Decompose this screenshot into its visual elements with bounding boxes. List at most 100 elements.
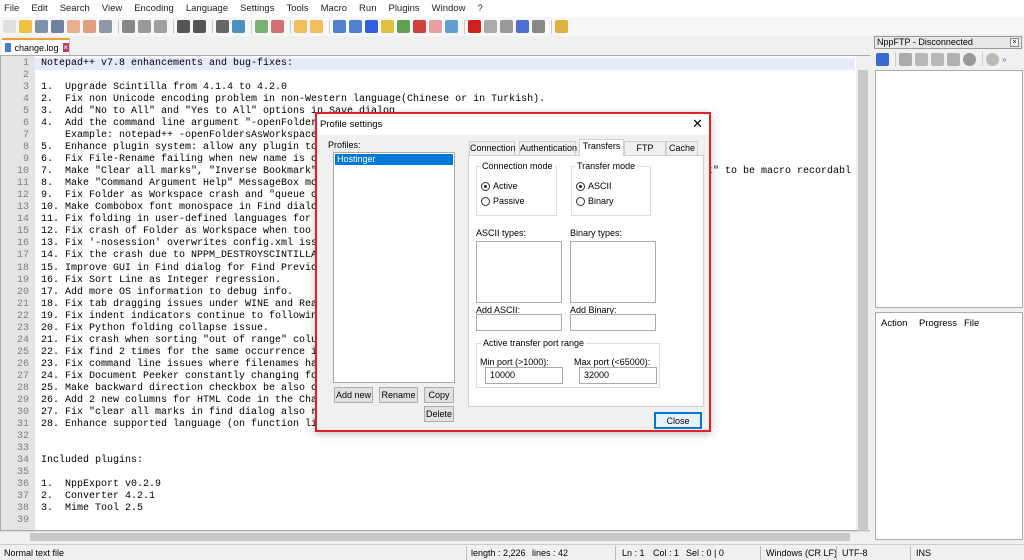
ftp-queue[interactable]: Action Progress File bbox=[875, 312, 1023, 540]
queue-column-file[interactable]: File bbox=[964, 318, 979, 329]
line-10-tail: t" to be macro recordabl bbox=[707, 166, 852, 178]
radio-binary[interactable]: Binary bbox=[576, 196, 614, 207]
tab-cache[interactable]: Cache bbox=[666, 141, 698, 155]
indent-guide-icon[interactable] bbox=[365, 20, 378, 33]
menu-file[interactable]: File bbox=[4, 3, 19, 14]
radio-passive[interactable]: Passive bbox=[481, 196, 525, 207]
zoom-in-icon[interactable] bbox=[255, 20, 268, 33]
close-tab-icon[interactable]: × bbox=[62, 43, 69, 52]
cut-icon[interactable] bbox=[122, 20, 135, 33]
max-port-input[interactable]: 32000 bbox=[579, 367, 657, 384]
connect-icon[interactable] bbox=[876, 52, 889, 66]
doc-switcher-icon[interactable] bbox=[413, 20, 426, 33]
editor-line: Included plugins: bbox=[41, 454, 144, 466]
status-encoding[interactable]: UTF-8 bbox=[842, 548, 868, 558]
tab-ftp-misc[interactable]: FTP Misc. bbox=[624, 141, 666, 166]
delete-button[interactable]: Delete bbox=[424, 406, 454, 422]
nppftp-title: NppFTP - Disconnected bbox=[874, 36, 1022, 49]
tab-authentication[interactable]: Authentication bbox=[519, 141, 577, 155]
settings-gear-icon[interactable] bbox=[986, 52, 999, 66]
abort-icon[interactable] bbox=[963, 52, 976, 66]
menu-tools[interactable]: Tools bbox=[286, 3, 308, 14]
editor-line: 11. Fix folding in user-defined language… bbox=[41, 214, 312, 226]
copy-icon[interactable] bbox=[138, 20, 151, 33]
close-button[interactable]: Close bbox=[654, 412, 702, 429]
menu-window[interactable]: Window bbox=[432, 3, 466, 14]
folder-workspace-icon[interactable] bbox=[429, 20, 442, 33]
sync-vertical-icon[interactable] bbox=[294, 20, 307, 33]
editor-line: 12. Fix crash of Folder as Workspace whe… bbox=[41, 226, 312, 238]
menu-edit[interactable]: Edit bbox=[31, 3, 47, 14]
print-icon[interactable] bbox=[99, 20, 112, 33]
tab-transfers[interactable]: Transfers bbox=[579, 139, 624, 156]
profile-item-hostinger[interactable]: Hostinger bbox=[335, 154, 453, 165]
close-icon[interactable]: ✕ bbox=[692, 116, 703, 132]
refresh-icon[interactable] bbox=[947, 52, 960, 66]
menu-plugins[interactable]: Plugins bbox=[388, 3, 419, 14]
record-macro-icon[interactable] bbox=[468, 20, 481, 33]
menu-macro[interactable]: Macro bbox=[321, 3, 347, 14]
menu-view[interactable]: View bbox=[102, 3, 122, 14]
undo-icon[interactable] bbox=[177, 20, 190, 33]
profiles-list[interactable]: Hostinger bbox=[333, 152, 455, 383]
save-all-icon[interactable] bbox=[51, 20, 64, 33]
min-port-input[interactable]: 10000 bbox=[485, 367, 563, 384]
disconnect-icon[interactable] bbox=[899, 52, 912, 66]
rename-button[interactable]: Rename bbox=[379, 387, 418, 403]
new-file-icon[interactable] bbox=[3, 20, 16, 33]
play-macro-icon[interactable] bbox=[500, 20, 513, 33]
function-list-icon[interactable] bbox=[397, 20, 410, 33]
close-panel-icon[interactable]: × bbox=[1010, 38, 1019, 47]
radio-ascii[interactable]: ASCII bbox=[576, 181, 612, 192]
add-ascii-input[interactable] bbox=[476, 314, 562, 331]
line-number: 29 bbox=[16, 394, 29, 406]
ascii-types-list[interactable] bbox=[476, 241, 562, 303]
status-eol[interactable]: Windows (CR LF) bbox=[766, 548, 837, 558]
queue-column-action[interactable]: Action bbox=[881, 318, 907, 329]
save-macro-icon[interactable] bbox=[532, 20, 545, 33]
download-icon[interactable] bbox=[915, 52, 928, 66]
line-number: 5 bbox=[22, 106, 29, 118]
stop-macro-icon[interactable] bbox=[484, 20, 497, 33]
tab-change-log[interactable]: change.log × bbox=[2, 38, 70, 55]
plugin-ftp-icon[interactable] bbox=[555, 20, 568, 33]
zoom-out-icon[interactable] bbox=[271, 20, 284, 33]
vertical-scroll-thumb[interactable] bbox=[858, 70, 868, 540]
ftp-file-tree[interactable] bbox=[875, 70, 1023, 308]
show-all-chars-icon[interactable] bbox=[349, 20, 362, 33]
line-number: 1 bbox=[22, 58, 29, 69]
close-icon[interactable] bbox=[67, 20, 80, 33]
replace-icon[interactable] bbox=[232, 20, 245, 33]
find-icon[interactable] bbox=[216, 20, 229, 33]
save-icon[interactable] bbox=[35, 20, 48, 33]
paste-icon[interactable] bbox=[154, 20, 167, 33]
toolbar-separator bbox=[464, 19, 465, 34]
menu-[interactable]: ? bbox=[477, 3, 482, 14]
save-state-icon bbox=[5, 43, 12, 52]
menu-encoding[interactable]: Encoding bbox=[134, 3, 174, 14]
tab-connection[interactable]: Connection bbox=[469, 141, 516, 155]
menu-run[interactable]: Run bbox=[359, 3, 376, 14]
menu-search[interactable]: Search bbox=[60, 3, 90, 14]
copy-button[interactable]: Copy bbox=[424, 387, 454, 403]
close-all-icon[interactable] bbox=[83, 20, 96, 33]
status-ln: Ln : 1 bbox=[622, 548, 645, 558]
redo-icon[interactable] bbox=[193, 20, 206, 33]
binary-types-list[interactable] bbox=[570, 241, 656, 303]
add-binary-input[interactable] bbox=[570, 314, 656, 331]
word-wrap-icon[interactable] bbox=[333, 20, 346, 33]
monitoring-icon[interactable] bbox=[445, 20, 458, 33]
doc-map-icon[interactable] bbox=[381, 20, 394, 33]
menu-settings[interactable]: Settings bbox=[240, 3, 274, 14]
sync-horizontal-icon[interactable] bbox=[310, 20, 323, 33]
queue-column-progress[interactable]: Progress bbox=[919, 318, 957, 329]
more-chevron-icon[interactable]: » bbox=[1002, 55, 1006, 64]
run-macro-multiple-icon[interactable] bbox=[516, 20, 529, 33]
open-file-icon[interactable] bbox=[19, 20, 32, 33]
radio-active[interactable]: Active bbox=[481, 181, 518, 192]
menu-language[interactable]: Language bbox=[186, 3, 228, 14]
horizontal-scroll-thumb[interactable] bbox=[30, 533, 850, 541]
add-new-button[interactable]: Add new bbox=[334, 387, 373, 403]
upload-icon[interactable] bbox=[931, 52, 944, 66]
toolbar-separator bbox=[251, 19, 252, 34]
